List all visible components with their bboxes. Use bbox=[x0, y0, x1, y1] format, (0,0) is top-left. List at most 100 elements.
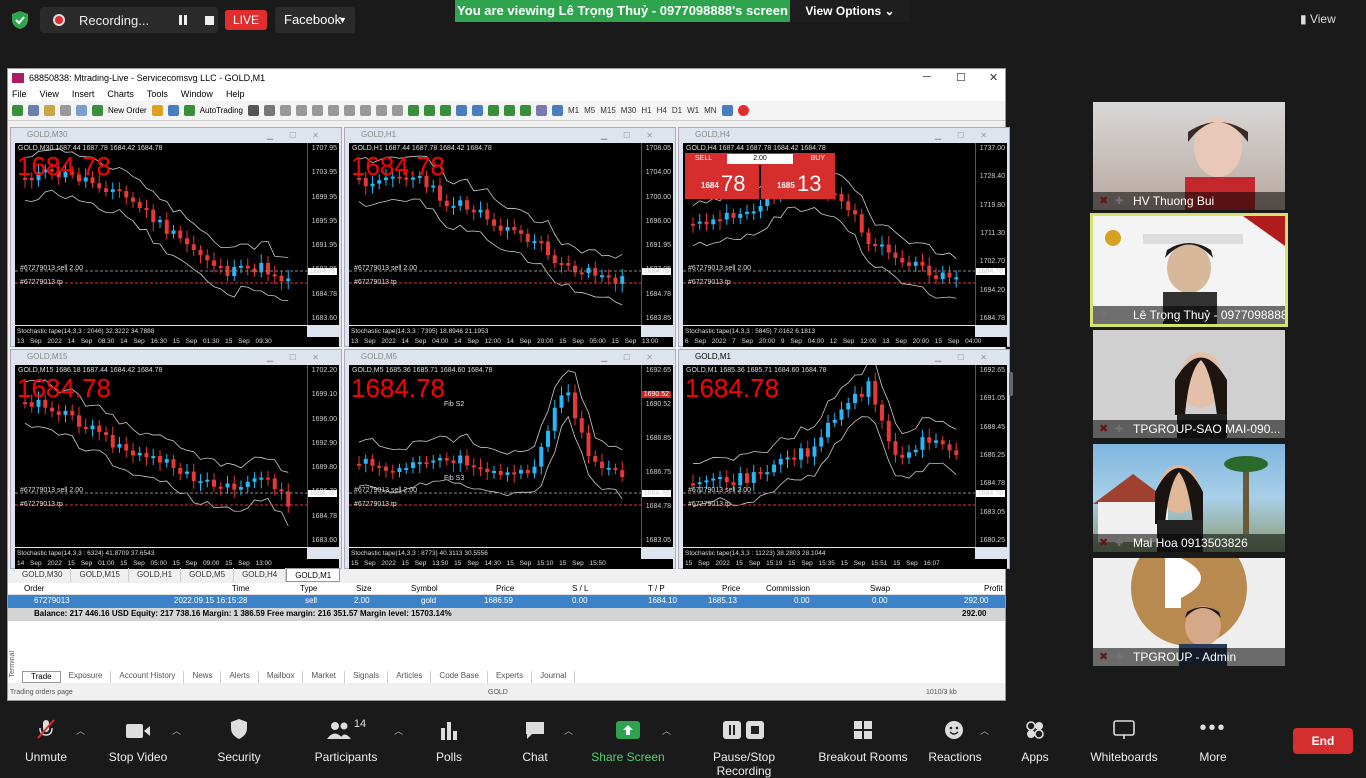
tab-experts[interactable]: Experts bbox=[488, 671, 533, 683]
tab-gold-m1[interactable]: GOLD,M1 bbox=[286, 568, 341, 582]
timeframe-m1[interactable]: M1 bbox=[568, 106, 579, 115]
gold-icon[interactable] bbox=[151, 105, 163, 116]
pause-stop-recording-button[interactable]: Pause/Stop Recording bbox=[684, 714, 804, 778]
col-price[interactable]: Price bbox=[496, 584, 514, 593]
timeframe-m15[interactable]: M15 bbox=[600, 106, 616, 115]
panel-resize-handle[interactable] bbox=[1009, 372, 1013, 396]
text-icon[interactable] bbox=[359, 105, 371, 116]
col-size[interactable]: Size bbox=[356, 584, 372, 593]
tab-trade[interactable]: Trade bbox=[22, 671, 61, 683]
col-swap[interactable]: Swap bbox=[870, 584, 890, 593]
security-button[interactable]: Security bbox=[208, 714, 270, 764]
participant-tile-speaking[interactable]: ✚ Lê Trọng Thuỷ - 0977098888 bbox=[1090, 213, 1288, 327]
tab-signals[interactable]: Signals bbox=[345, 671, 389, 683]
tab-journal[interactable]: Journal bbox=[532, 671, 576, 683]
bar-chart-icon[interactable] bbox=[407, 105, 419, 116]
col-profit[interactable]: Profit bbox=[984, 584, 1003, 593]
data-window-icon[interactable] bbox=[76, 105, 87, 116]
reactions-button[interactable]: Reactions ︿ bbox=[926, 714, 989, 764]
tab-gold-m5[interactable]: GOLD,M5 bbox=[181, 568, 235, 582]
periods-icon[interactable] bbox=[551, 105, 563, 116]
tab-articles[interactable]: Articles bbox=[388, 671, 432, 683]
col-order[interactable]: Order bbox=[24, 584, 44, 593]
pause-recording-icon[interactable] bbox=[179, 15, 189, 25]
chart-window-controls[interactable]: ▁☐✕ bbox=[601, 129, 669, 143]
tab-gold-h1[interactable]: GOLD,H1 bbox=[129, 568, 182, 582]
chart-window-m15[interactable]: GOLD,M15 ▁☐✕ GOLD,M15 1686.18 1687.44 1684… bbox=[10, 349, 342, 569]
price-plot[interactable]: GOLD,M30 1687.44 1687.78 1684.42 1684.78… bbox=[15, 143, 307, 325]
arrows-icon[interactable] bbox=[391, 105, 403, 116]
menu-window[interactable]: Window bbox=[181, 89, 213, 99]
price-plot[interactable]: GOLD,M5 1685.36 1685.71 1684.60 1684.78 1… bbox=[349, 365, 641, 547]
vertical-line-icon[interactable] bbox=[279, 105, 291, 116]
chevron-up-icon[interactable]: ︿ bbox=[172, 724, 181, 737]
stop-recording-icon[interactable] bbox=[205, 15, 214, 25]
apps-button[interactable]: Apps bbox=[1014, 714, 1056, 764]
col-symbol[interactable]: Symbol bbox=[411, 584, 438, 593]
menu-help[interactable]: Help bbox=[226, 89, 245, 99]
tab-exposure[interactable]: Exposure bbox=[61, 671, 112, 683]
order-row[interactable]: 67279013 2022.09.15 16:15:28 sell 2.00 g… bbox=[8, 595, 1005, 608]
autotrading-button[interactable]: AutoTrading bbox=[200, 106, 243, 115]
crosshair-tool-icon[interactable] bbox=[263, 105, 275, 116]
breakout-rooms-button[interactable]: Breakout Rooms bbox=[818, 714, 908, 764]
share-screen-button[interactable]: Share Screen ︿ bbox=[588, 714, 671, 764]
minimize-icon[interactable]: ─ bbox=[923, 71, 931, 83]
menu-tools[interactable]: Tools bbox=[147, 89, 168, 99]
zoom-in-icon[interactable] bbox=[455, 105, 467, 116]
close-icon[interactable]: ✕ bbox=[989, 71, 998, 84]
chevron-up-icon[interactable]: ︿ bbox=[394, 724, 403, 737]
lot-size-input[interactable]: 2.00 bbox=[727, 154, 793, 164]
col-commission[interactable]: Commission bbox=[766, 584, 810, 593]
new-order-button[interactable]: New Order bbox=[108, 106, 147, 115]
participant-tile[interactable]: ✖✚ Mai Hoa 0913503826 bbox=[1093, 444, 1285, 552]
participant-tile[interactable]: ✖✚ HV Thuong Bui bbox=[1093, 102, 1285, 210]
participant-tile[interactable]: ✖✚ TPGROUP - Admin bbox=[1093, 558, 1285, 666]
timeframe-mn[interactable]: MN bbox=[704, 106, 716, 115]
price-plot[interactable]: GOLD,H1 1687.44 1687.78 1684.42 1684.78 1… bbox=[349, 143, 641, 325]
timeframe-w1[interactable]: W1 bbox=[687, 106, 699, 115]
sell-button[interactable]: 1684 78 bbox=[685, 165, 759, 199]
tab-gold-m30[interactable]: GOLD,M30 bbox=[14, 568, 72, 582]
chart-shift-icon[interactable] bbox=[503, 105, 515, 116]
stop-video-button[interactable]: Stop Video ︿ bbox=[104, 714, 181, 764]
chart-window-controls[interactable]: ▁☐✕ bbox=[267, 129, 335, 143]
chart-window-m1[interactable]: GOLD,M1 ▁☐✕ GOLD,M1 1685.36 1685.71 1684.6… bbox=[678, 349, 1010, 569]
timeframe-h1[interactable]: H1 bbox=[641, 106, 651, 115]
cursor-icon[interactable] bbox=[247, 105, 259, 116]
candlestick-icon[interactable] bbox=[423, 105, 435, 116]
channel-icon[interactable] bbox=[327, 105, 339, 116]
horizontal-line-icon[interactable] bbox=[295, 105, 307, 116]
col-tp[interactable]: T / P bbox=[648, 584, 665, 593]
notification-icon[interactable] bbox=[737, 105, 749, 116]
chevron-up-icon[interactable]: ︿ bbox=[76, 724, 85, 737]
stream-target-dropdown[interactable]: Facebook ▼ bbox=[275, 7, 355, 33]
chart-window-controls[interactable]: ▁☐✕ bbox=[267, 351, 335, 365]
menu-insert[interactable]: Insert bbox=[72, 89, 95, 99]
shield-check-icon[interactable] bbox=[10, 10, 30, 30]
autoscroll-icon[interactable] bbox=[487, 105, 499, 116]
chevron-up-icon[interactable]: ︿ bbox=[980, 724, 989, 737]
signals-icon[interactable] bbox=[167, 105, 179, 116]
crosshair-icon[interactable] bbox=[60, 105, 71, 116]
chat-button[interactable]: Chat ︿ bbox=[510, 714, 573, 764]
profiles-icon[interactable] bbox=[28, 105, 39, 116]
whiteboards-button[interactable]: Whiteboards bbox=[1086, 714, 1162, 764]
participants-button[interactable]: 14 Participants ︿ bbox=[310, 714, 403, 764]
timeframe-h4[interactable]: H4 bbox=[657, 106, 667, 115]
chart-window-controls[interactable]: ▁☐✕ bbox=[601, 351, 669, 365]
chart-window-controls[interactable]: ▁☐✕ bbox=[935, 351, 1003, 365]
chart-window-controls[interactable]: ▁☐✕ bbox=[935, 129, 1003, 143]
chevron-up-icon[interactable]: ︿ bbox=[564, 724, 573, 737]
tab-account-history[interactable]: Account History bbox=[111, 671, 185, 683]
end-meeting-button[interactable]: End bbox=[1293, 728, 1353, 754]
col-type[interactable]: Type bbox=[300, 584, 317, 593]
tab-market[interactable]: Market bbox=[303, 671, 345, 683]
chevron-up-icon[interactable]: ︿ bbox=[662, 724, 671, 737]
timeframe-d1[interactable]: D1 bbox=[672, 106, 682, 115]
more-button[interactable]: ••• More bbox=[1190, 714, 1236, 764]
tab-alerts[interactable]: Alerts bbox=[221, 671, 259, 683]
tab-news[interactable]: News bbox=[184, 671, 222, 683]
timeframe-m5[interactable]: M5 bbox=[584, 106, 595, 115]
zoom-out-icon[interactable] bbox=[471, 105, 483, 116]
